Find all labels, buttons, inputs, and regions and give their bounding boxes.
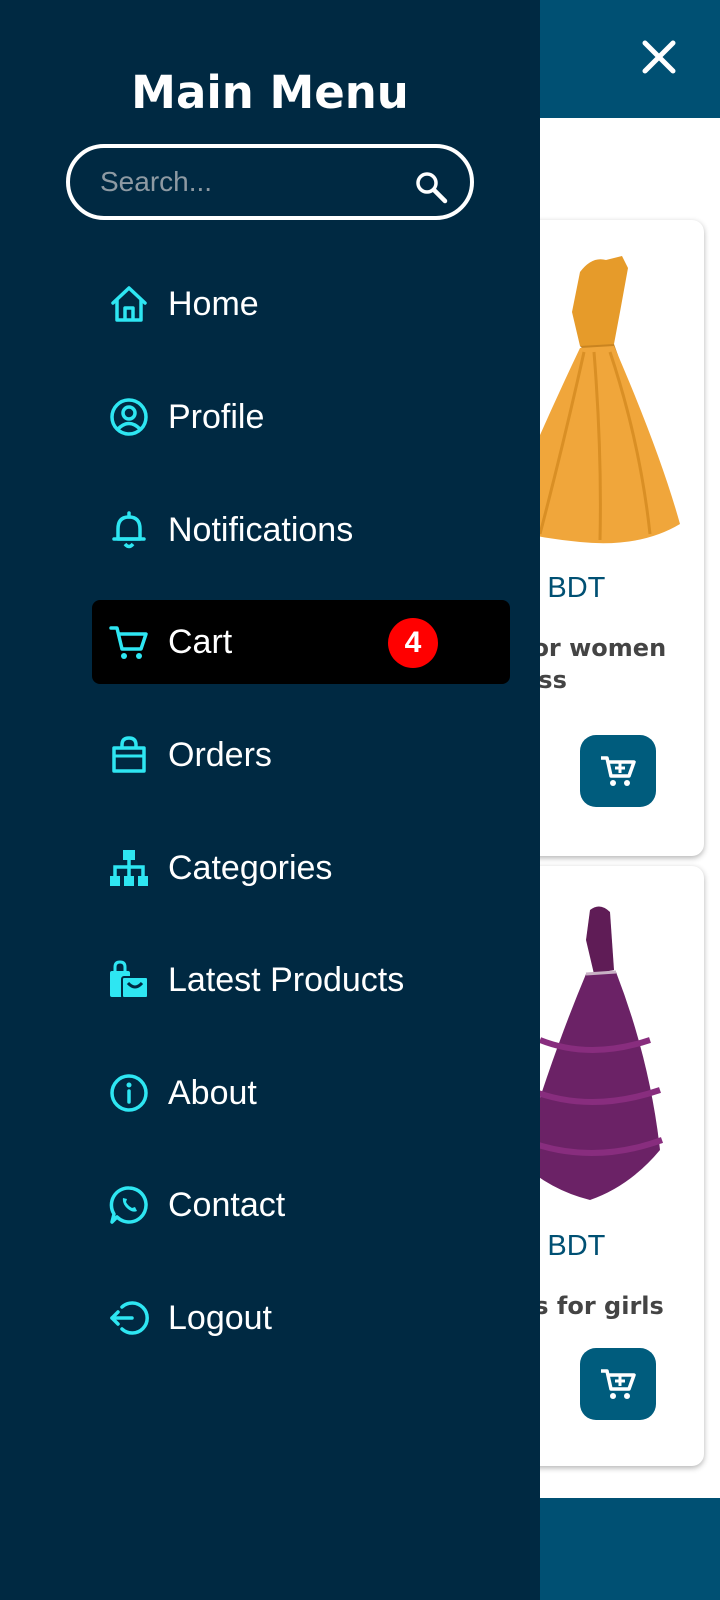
menu-item-home[interactable]: Home bbox=[92, 262, 510, 346]
close-icon bbox=[642, 40, 676, 74]
add-to-cart-icon bbox=[601, 756, 636, 786]
user-circle-icon bbox=[110, 398, 148, 436]
search-box bbox=[66, 144, 474, 220]
add-to-cart-button[interactable] bbox=[580, 735, 656, 807]
cart-count-badge: 4 bbox=[388, 618, 438, 668]
drawer-title: Main Menu bbox=[131, 66, 409, 119]
cart-icon bbox=[109, 626, 148, 659]
search-icon[interactable] bbox=[414, 170, 448, 204]
info-icon bbox=[110, 1074, 148, 1112]
menu-item-label: Profile bbox=[168, 398, 265, 436]
menu-item-orders[interactable]: Orders bbox=[92, 713, 510, 797]
menu-item-label: Logout bbox=[168, 1299, 272, 1337]
navigation-drawer: Main Menu Home Profile bbox=[0, 0, 540, 1600]
menu-item-label: Contact bbox=[168, 1186, 286, 1224]
menu-item-categories[interactable]: Categories bbox=[92, 826, 510, 910]
menu-item-label: Home bbox=[168, 285, 259, 323]
menu-item-latest-products[interactable]: Latest Products bbox=[92, 938, 510, 1022]
home-icon bbox=[111, 286, 147, 322]
menu-item-about[interactable]: About bbox=[92, 1051, 510, 1135]
whatsapp-icon bbox=[109, 1186, 148, 1224]
menu-item-logout[interactable]: Logout bbox=[92, 1276, 510, 1360]
menu-item-label: Latest Products bbox=[168, 961, 405, 999]
bell-icon bbox=[112, 511, 146, 549]
close-drawer-button[interactable] bbox=[636, 34, 682, 80]
menu-item-label: About bbox=[168, 1074, 257, 1112]
product-name: ss for girls bbox=[520, 1292, 664, 1320]
menu-item-label: Notifications bbox=[168, 511, 354, 549]
add-to-cart-button[interactable] bbox=[580, 1348, 656, 1420]
shopping-bags-icon bbox=[110, 960, 149, 999]
menu-item-label: Orders bbox=[168, 736, 272, 774]
menu-item-notifications[interactable]: Notifications bbox=[92, 488, 510, 572]
product-name: for women ess bbox=[522, 634, 667, 694]
menu-item-profile[interactable]: Profile bbox=[92, 375, 510, 459]
add-to-cart-icon bbox=[601, 1369, 636, 1399]
menu-item-label: Cart bbox=[168, 623, 233, 661]
sitemap-icon bbox=[110, 850, 148, 886]
logout-icon bbox=[110, 1301, 149, 1335]
menu-item-cart[interactable]: Cart 4 bbox=[92, 600, 510, 684]
menu-item-contact[interactable]: Contact bbox=[92, 1163, 510, 1247]
search-input[interactable] bbox=[100, 158, 400, 206]
shopping-bag-icon bbox=[112, 736, 146, 773]
menu-item-label: Categories bbox=[168, 849, 333, 887]
